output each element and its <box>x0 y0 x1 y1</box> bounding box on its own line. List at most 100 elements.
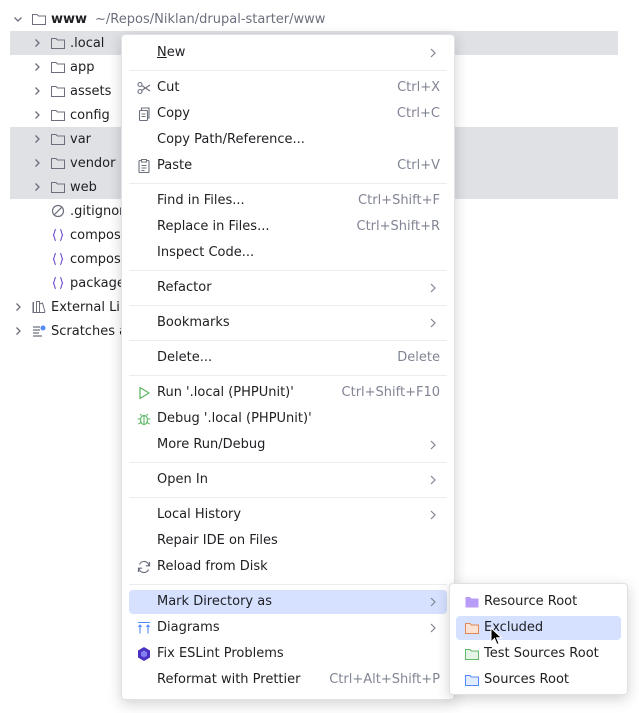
json-file-icon <box>50 275 66 291</box>
menu-item-shortcut: Ctrl+Shift+F10 <box>341 385 440 400</box>
menu-item-find-in-files[interactable]: Find in Files... Ctrl+Shift+F <box>129 189 447 213</box>
menu-item-refactor[interactable]: Refactor <box>129 276 447 300</box>
menu-item-label: Replace in Files... <box>157 219 270 234</box>
menu-item-paste[interactable]: Paste Ctrl+V <box>129 154 447 178</box>
folder-label: web <box>70 179 97 195</box>
menu-item-run[interactable]: Run '.local (PHPUnit)' Ctrl+Shift+F10 <box>129 381 447 405</box>
menu-item-mark-directory-as[interactable]: Mark Directory as <box>129 590 447 614</box>
menu-item-fix-eslint[interactable]: Fix ESLint Problems <box>129 642 447 666</box>
menu-item-label: Refactor <box>157 280 212 295</box>
chevron-right-icon[interactable] <box>12 325 24 337</box>
menu-item-diagrams[interactable]: Diagrams <box>129 616 447 640</box>
chevron-right-icon[interactable] <box>31 61 43 73</box>
tree-file-gitignore[interactable]: .gitignor <box>50 199 125 223</box>
menu-item-repair-ide[interactable]: Repair IDE on Files <box>129 529 447 553</box>
folder-label: var <box>70 131 92 147</box>
chevron-down-icon[interactable] <box>12 13 24 25</box>
menu-separator <box>129 584 447 585</box>
chevron-right-icon <box>429 317 437 329</box>
tree-file-composer-json[interactable]: compose <box>50 223 129 247</box>
tree-folder-assets[interactable]: assets <box>31 79 111 103</box>
paste-icon <box>136 158 152 174</box>
menu-item-label: Run '.local (PHPUnit)' <box>157 385 294 400</box>
menu-item-new[interactable]: New <box>129 41 447 65</box>
menu-item-copy[interactable]: Copy Ctrl+C <box>129 102 447 126</box>
menu-item-copy-path[interactable]: Copy Path/Reference... <box>129 128 447 152</box>
menu-item-shortcut: Ctrl+Shift+F <box>358 193 440 208</box>
menu-item-label: Open In <box>157 472 208 487</box>
file-label: .gitignor <box>70 203 125 219</box>
menu-item-delete[interactable]: Delete... Delete <box>129 346 447 370</box>
menu-item-label: Inspect Code... <box>157 245 255 260</box>
menu-item-reformat-prettier[interactable]: Reformat with Prettier Ctrl+Alt+Shift+P <box>129 668 447 692</box>
submenu-item-sources-root[interactable]: Sources Root <box>456 668 621 692</box>
menu-item-debug[interactable]: Debug '.local (PHPUnit)' <box>129 407 447 431</box>
submenu-item-test-sources-root[interactable]: Test Sources Root <box>456 642 621 666</box>
tree-root-www[interactable]: www ~/Repos/Niklan/drupal-starter/www <box>12 7 325 31</box>
debug-bug-icon <box>136 411 152 427</box>
submenu-item-label: Resource Root <box>484 594 578 609</box>
sources-root-folder-icon <box>464 672 480 688</box>
chevron-right-icon[interactable] <box>31 133 43 145</box>
folder-icon <box>50 155 66 171</box>
menu-item-label: Delete... <box>157 350 213 365</box>
menu-separator <box>129 375 447 376</box>
menu-item-reload-from-disk[interactable]: Reload from Disk <box>129 555 447 579</box>
menu-item-label: Find in Files... <box>157 193 245 208</box>
menu-item-replace-in-files[interactable]: Replace in Files... Ctrl+Shift+R <box>129 215 447 239</box>
menu-item-label: Bookmarks <box>157 315 230 330</box>
chevron-right-icon[interactable] <box>31 109 43 121</box>
chevron-right-icon[interactable] <box>12 301 24 313</box>
submenu-item-excluded[interactable]: Excluded <box>456 616 621 640</box>
folder-label: app <box>70 59 95 75</box>
chevron-right-icon[interactable] <box>31 37 43 49</box>
menu-item-local-history[interactable]: Local History <box>129 503 447 527</box>
chevron-right-icon <box>429 282 437 294</box>
scratches-icon <box>31 323 47 339</box>
ignore-file-icon <box>50 203 66 219</box>
chevron-right-icon[interactable] <box>31 157 43 169</box>
context-menu: New Cut Ctrl+X Copy Ctrl+C Copy Path/Ref… <box>121 34 455 700</box>
tree-scratches[interactable]: Scratches a <box>12 319 127 343</box>
menu-item-label: Cut <box>157 80 180 95</box>
tree-folder-vendor[interactable]: vendor <box>31 151 115 175</box>
chevron-right-icon <box>429 474 437 486</box>
folder-icon <box>50 179 66 195</box>
menu-item-inspect-code[interactable]: Inspect Code... <box>129 241 447 265</box>
tree-folder-app[interactable]: app <box>31 55 94 79</box>
tree-folder-config[interactable]: config <box>31 103 110 127</box>
submenu-item-resource-root[interactable]: Resource Root <box>456 590 621 614</box>
tree-folder-local[interactable]: .local <box>31 31 104 55</box>
reload-icon <box>136 559 152 575</box>
tree-external-libraries[interactable]: External Libr <box>12 295 134 319</box>
menu-item-more-run-debug[interactable]: More Run/Debug <box>129 433 447 457</box>
tree-file-package-json[interactable]: package <box>50 271 125 295</box>
menu-separator <box>129 183 447 184</box>
menu-item-open-in[interactable]: Open In <box>129 468 447 492</box>
menu-item-label: Copy <box>157 106 190 121</box>
chevron-right-icon[interactable] <box>31 181 43 193</box>
tree-folder-web[interactable]: web <box>31 175 97 199</box>
folder-icon <box>50 59 66 75</box>
menu-item-label: New <box>157 45 186 60</box>
library-icon <box>31 299 47 315</box>
chevron-right-icon <box>429 596 437 608</box>
menu-item-label: Local History <box>157 507 242 522</box>
menu-item-cut[interactable]: Cut Ctrl+X <box>129 76 447 100</box>
mark-directory-submenu: Resource Root Excluded Test Sources Root… <box>449 583 628 695</box>
submenu-item-label: Test Sources Root <box>484 646 599 661</box>
submenu-item-label: Sources Root <box>484 672 570 687</box>
menu-separator <box>129 70 447 71</box>
folder-icon <box>50 107 66 123</box>
menu-item-label: Copy Path/Reference... <box>157 132 305 147</box>
menu-item-label: More Run/Debug <box>157 437 266 452</box>
copy-icon <box>136 106 152 122</box>
menu-item-shortcut: Ctrl+Shift+R <box>356 219 441 234</box>
menu-separator <box>129 340 447 341</box>
menu-separator <box>129 270 447 271</box>
tree-folder-var[interactable]: var <box>31 127 91 151</box>
tree-file-composer-lock[interactable]: compose <box>50 247 129 271</box>
menu-item-label: Diagrams <box>157 620 220 635</box>
chevron-right-icon[interactable] <box>31 85 43 97</box>
menu-item-bookmarks[interactable]: Bookmarks <box>129 311 447 335</box>
